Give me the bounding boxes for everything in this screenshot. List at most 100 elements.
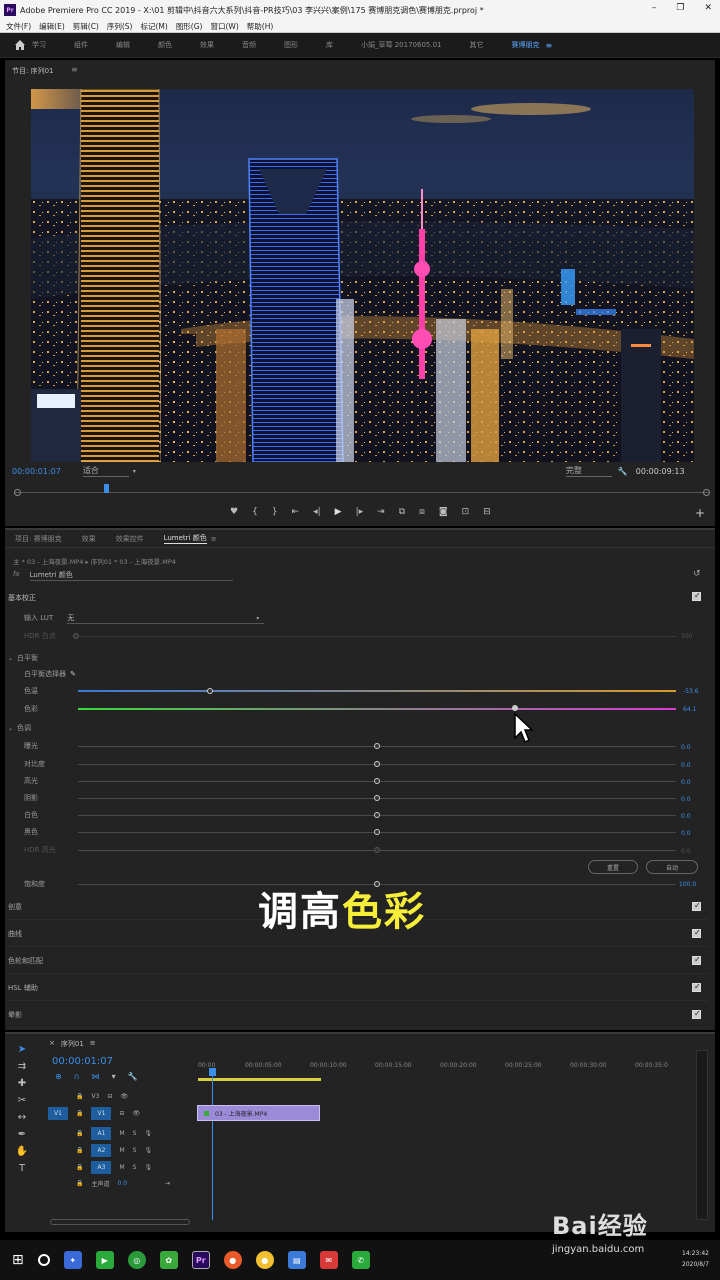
- go-to-out-icon[interactable]: ⇥: [377, 507, 385, 517]
- timeline-clip[interactable]: 03 - 上海夜景.MP4: [197, 1105, 320, 1121]
- creative-checkbox[interactable]: [692, 901, 701, 911]
- section-hsl-secondary[interactable]: HSL 辅助: [8, 975, 708, 1001]
- app-icon-5[interactable]: ●: [223, 1251, 242, 1269]
- menu-clip[interactable]: 剪辑(C): [73, 21, 99, 32]
- menu-window[interactable]: 窗口(W): [210, 21, 238, 32]
- clip-path-breadcrumb[interactable]: 主 * 03 - 上海夜景.MP4 ▸ 序列01 * 03 - 上海夜景.MP4: [13, 556, 176, 566]
- mark-out-icon[interactable]: }: [272, 507, 278, 517]
- workspace-tab-graphics[interactable]: 图形: [284, 40, 298, 50]
- app-icon-7[interactable]: ▤: [287, 1251, 306, 1269]
- section-vignette[interactable]: 晕影: [8, 1002, 708, 1028]
- track-v3-label[interactable]: V3: [91, 1093, 99, 1100]
- reset-button[interactable]: 重置: [588, 860, 638, 874]
- zoom-fit-select[interactable]: 适合: [82, 465, 129, 477]
- solo-button[interactable]: S: [133, 1147, 137, 1154]
- solo-button[interactable]: S: [133, 1130, 137, 1137]
- menu-marker[interactable]: 标记(M): [140, 21, 167, 32]
- master-volume-value[interactable]: 0.0: [118, 1180, 128, 1187]
- timeline-playhead-handle[interactable]: [209, 1068, 216, 1076]
- tab-lumetri-color[interactable]: Lumetri 颜色: [163, 533, 207, 544]
- workspace-tab-audio[interactable]: 音频: [242, 40, 256, 50]
- go-to-in-icon[interactable]: ⇤: [292, 507, 300, 517]
- tab-project[interactable]: 项目: 赛博朋克: [15, 534, 62, 544]
- curves-checkbox[interactable]: [692, 928, 701, 938]
- menu-edit[interactable]: 编辑(E): [39, 21, 65, 32]
- workspace-tab-other[interactable]: 其它: [470, 40, 484, 50]
- basic-correction-header[interactable]: 基本校正: [8, 591, 708, 605]
- selection-tool-icon[interactable]: ➤: [18, 1044, 26, 1055]
- slip-tool-icon[interactable]: ↔: [18, 1112, 26, 1123]
- linked-selection-icon[interactable]: ⋈: [92, 1072, 100, 1081]
- track-v1-label[interactable]: V1: [91, 1107, 112, 1120]
- color-wheels-checkbox[interactable]: [692, 955, 701, 965]
- mute-button[interactable]: M: [119, 1164, 124, 1171]
- hand-tool-icon[interactable]: ✋: [16, 1146, 28, 1157]
- mic-icon[interactable]: 🎙: [144, 1164, 152, 1171]
- work-area-bar[interactable]: [198, 1078, 321, 1081]
- auto-button[interactable]: 自动: [646, 860, 698, 874]
- wechat-icon[interactable]: ✆: [351, 1251, 370, 1269]
- ripple-edit-tool-icon[interactable]: ✚: [18, 1078, 26, 1089]
- track-select-tool-icon[interactable]: ⇉: [18, 1061, 26, 1072]
- menu-sequence[interactable]: 序列(S): [107, 21, 133, 32]
- timeline-ruler[interactable]: 00:00 00:00:05:00 00:00:10:00 00:00:15:0…: [198, 1062, 678, 1078]
- tint-slider-knob[interactable]: [511, 705, 518, 711]
- wrench-icon[interactable]: 🔧: [128, 1072, 138, 1081]
- source-patch-v1[interactable]: V1: [48, 1107, 68, 1120]
- sync-lock-icon[interactable]: ⊟: [107, 1093, 112, 1100]
- workspace-tab-cyberpunk[interactable]: 赛博朋克: [512, 40, 540, 50]
- playback-quality-select[interactable]: 完整: [565, 465, 612, 477]
- app-icon-8[interactable]: ✉: [319, 1251, 338, 1269]
- comparison-view-icon[interactable]: ⊡: [462, 507, 470, 517]
- solo-button[interactable]: S: [133, 1164, 137, 1171]
- timeline-timecode[interactable]: 00:00:01:07: [52, 1056, 113, 1067]
- close-icon[interactable]: ×: [49, 1039, 55, 1049]
- playhead-marker[interactable]: [104, 484, 109, 493]
- input-lut-select[interactable]: 无: [67, 613, 265, 624]
- lock-icon[interactable]: 🔒: [76, 1180, 83, 1187]
- panel-menu-icon[interactable]: ≡: [90, 1039, 96, 1049]
- app-icon-6[interactable]: ●: [255, 1251, 274, 1269]
- nest-icon[interactable]: ⊕: [55, 1072, 62, 1081]
- add-marker-icon[interactable]: ♥: [230, 507, 238, 517]
- mic-icon[interactable]: 🎙: [144, 1147, 152, 1154]
- lock-icon[interactable]: 🔒: [76, 1130, 83, 1137]
- step-forward-icon[interactable]: |▸: [356, 507, 364, 517]
- whites-value[interactable]: 0.0: [681, 813, 691, 820]
- vignette-checkbox[interactable]: [692, 1009, 701, 1019]
- white-balance-header[interactable]: ⌄ 白平衡: [8, 651, 708, 665]
- highlights-value[interactable]: 0.0: [681, 779, 691, 786]
- close-button[interactable]: ✕: [704, 3, 712, 13]
- basic-correction-checkbox[interactable]: [692, 591, 701, 601]
- app-icon-4[interactable]: ✿: [159, 1251, 178, 1269]
- track-a3-label[interactable]: A3: [91, 1161, 112, 1174]
- go-to-end-icon[interactable]: ⇥: [165, 1180, 170, 1187]
- export-frame-icon[interactable]: ◙: [439, 507, 448, 517]
- type-tool-icon[interactable]: T: [19, 1163, 25, 1174]
- lock-icon[interactable]: 🔒: [76, 1164, 83, 1171]
- insert-icon[interactable]: ⧉: [399, 507, 405, 517]
- windows-start-icon[interactable]: ⊞: [12, 1252, 24, 1268]
- add-button-icon[interactable]: +: [695, 506, 705, 520]
- overwrite-icon[interactable]: ⧈: [419, 507, 425, 517]
- shadows-value[interactable]: 0.0: [681, 796, 691, 803]
- mute-button[interactable]: M: [119, 1130, 124, 1137]
- maximize-button[interactable]: ❐: [676, 3, 684, 13]
- play-icon[interactable]: ▶: [335, 507, 342, 517]
- panel-menu-icon[interactable]: ≡: [71, 65, 78, 74]
- add-marker-icon[interactable]: ▾: [112, 1072, 116, 1081]
- temperature-slider-track[interactable]: [78, 690, 676, 692]
- settings-icon[interactable]: ⊟: [483, 507, 491, 517]
- timeline-horizontal-scrollbar[interactable]: [50, 1219, 190, 1225]
- eyedropper-icon[interactable]: ✎: [70, 670, 76, 678]
- effect-select[interactable]: Lumetri 颜色: [29, 570, 233, 581]
- minimize-button[interactable]: –: [652, 3, 657, 13]
- blacks-value[interactable]: 0.0: [681, 830, 691, 837]
- razor-tool-icon[interactable]: ✂: [18, 1095, 26, 1106]
- pen-tool-icon[interactable]: ✒: [18, 1129, 26, 1140]
- wrench-icon[interactable]: 🔧: [618, 467, 628, 476]
- timeline-playhead[interactable]: [212, 1070, 213, 1220]
- app-icon-3[interactable]: ◎: [127, 1251, 146, 1269]
- tone-header[interactable]: ⌄ 色调: [8, 721, 708, 735]
- exposure-value[interactable]: 0.0: [681, 744, 691, 751]
